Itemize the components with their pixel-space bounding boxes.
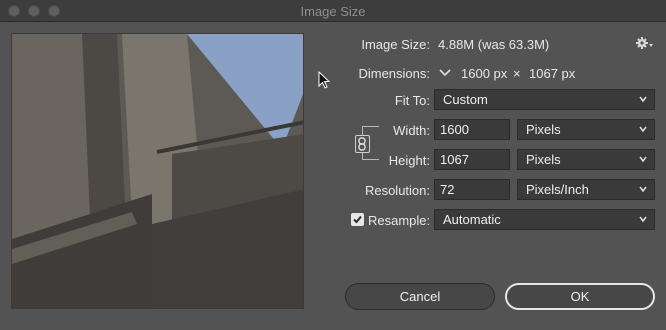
fit-to-label: Fit To: (394, 93, 430, 108)
height-unit-value: Pixels (526, 152, 561, 167)
fit-to-value: Custom (443, 92, 488, 107)
image-size-value: 4.88M (was 63.3M) (438, 37, 550, 52)
width-unit-value: Pixels (526, 122, 561, 137)
height-label: Height: (388, 153, 430, 168)
image-size-dialog: Image Size: 4.88M (was 63.3M) Dimensions… (0, 22, 666, 330)
resample-label: Resample: (368, 213, 431, 228)
resolution-label: Resolution: (364, 183, 430, 198)
width-unit-select[interactable]: Pixels (517, 119, 655, 140)
chain-link-icon[interactable] (355, 135, 370, 153)
dimensions-label: Dimensions: (358, 66, 430, 81)
width-label: Width: (393, 123, 430, 138)
preview-photo (12, 34, 303, 308)
fit-to-select[interactable]: Custom (434, 89, 655, 110)
resample-value: Automatic (443, 212, 501, 227)
image-size-label: Image Size: (361, 37, 430, 52)
gear-icon[interactable] (636, 36, 654, 50)
checkmark-icon (353, 215, 362, 224)
chevron-down-icon (639, 186, 647, 193)
image-preview[interactable] (11, 33, 304, 309)
chevron-down-icon (639, 126, 647, 133)
chevron-down-icon (639, 156, 647, 163)
chevron-down-icon (639, 96, 647, 103)
resample-select[interactable]: Automatic (434, 209, 655, 230)
resolution-unit-value: Pixels/Inch (526, 182, 589, 197)
chevron-down-icon (639, 216, 647, 223)
width-input[interactable] (434, 119, 510, 140)
resolution-input[interactable] (434, 179, 510, 200)
dimensions-height-value: 1067 px (529, 66, 576, 81)
title-bar: Image Size (0, 0, 666, 22)
window-title: Image Size (300, 4, 366, 19)
height-input[interactable] (434, 149, 510, 170)
chevron-down-icon[interactable] (438, 67, 452, 79)
dimensions-times: × (513, 66, 521, 81)
chain-link-glyph (358, 137, 366, 151)
dimensions-width-value: 1600 px (461, 66, 508, 81)
mouse-pointer-icon (318, 71, 330, 89)
ok-button[interactable]: OK (505, 283, 655, 310)
height-unit-select[interactable]: Pixels (517, 149, 655, 170)
resolution-unit-select[interactable]: Pixels/Inch (517, 179, 655, 200)
cancel-button[interactable]: Cancel (345, 283, 495, 310)
resample-checkbox[interactable] (351, 213, 364, 226)
